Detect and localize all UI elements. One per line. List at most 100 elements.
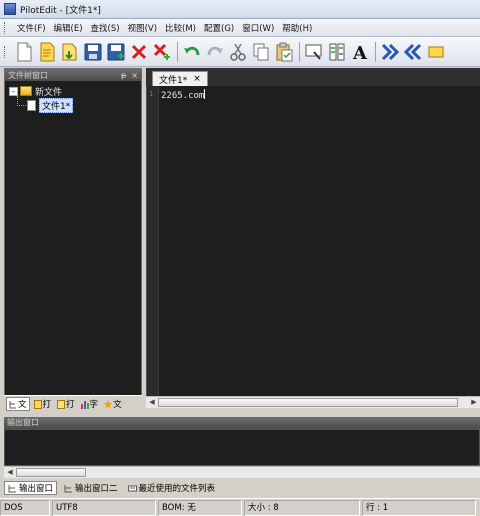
save-all-icon[interactable] [105, 40, 127, 64]
output-window-header: 输出窗口 [4, 417, 480, 429]
tab-close-icon[interactable]: × [193, 74, 201, 84]
tab-recent-files[interactable]: 最近使用的文件列表 [125, 481, 219, 495]
menu-compare[interactable]: 比较(M) [161, 22, 200, 34]
menu-bar: 文件(F) 编辑(E) 查找(S) 视图(V) 比较(M) 配置(G) 窗口(W… [0, 19, 480, 37]
status-line-ending: DOS [0, 500, 50, 516]
tab-document[interactable]: 文件1* × [152, 71, 208, 86]
editor-horizontal-scrollbar[interactable]: ◀ ▶ [146, 396, 480, 408]
close-all-icon[interactable] [151, 40, 173, 64]
menu-grip-icon [4, 21, 7, 34]
file-icon [27, 99, 36, 111]
status-bom: BOM: 无 [158, 500, 242, 516]
open-file-icon [33, 399, 42, 409]
status-bar: DOS UTF8 BOM: 无 大小 : 8 行 : 1 [0, 498, 480, 516]
new-file-icon[interactable] [13, 40, 35, 64]
find-icon[interactable] [303, 40, 325, 64]
tab-recent-files-label: 最近使用的文件列表 [138, 484, 216, 494]
tab-text-label: 文 [113, 400, 122, 410]
toolbar: A [0, 37, 480, 67]
file-tree-title: 文件树窗口 [8, 70, 48, 80]
star-icon [104, 399, 113, 408]
close-icon[interactable]: × [131, 71, 138, 80]
tab-output-window-2-label: 输出窗口二 [75, 484, 118, 494]
scroll-right-icon[interactable]: ▶ [469, 398, 479, 407]
app-icon [4, 3, 16, 15]
toolbar-separator [299, 41, 300, 62]
folder-icon [57, 399, 66, 409]
tree-file-label: 文件1* [39, 97, 74, 113]
tab-output-window-2[interactable]: 输出窗口二 [61, 481, 121, 495]
tab-chars[interactable]: 字 [79, 397, 101, 411]
copy-icon[interactable] [250, 40, 272, 64]
tab-open-folders[interactable]: 打 [55, 397, 77, 411]
tree-icon [8, 484, 16, 492]
code-line[interactable]: 2265.com [161, 89, 206, 101]
output-tabs: 输出窗口 输出窗口二 最近使用的文件列表 [4, 480, 480, 496]
previous-icon[interactable] [402, 40, 424, 64]
menu-search[interactable]: 查找(S) [87, 22, 124, 34]
tree-icon [9, 400, 16, 408]
file-tree-panel: 文件树窗口 ᵽ × - 新文件 文件1* [4, 68, 142, 412]
paste-icon[interactable] [273, 40, 295, 64]
tab-document-label: 文件1* [159, 75, 188, 86]
tab-output-window[interactable]: 输出窗口 [4, 481, 58, 495]
tab-text[interactable]: 文 [102, 397, 124, 411]
menu-view[interactable]: 视图(V) [124, 22, 161, 34]
menu-window[interactable]: 窗口(W) [238, 22, 278, 34]
undo-icon[interactable] [181, 40, 203, 64]
collapse-icon[interactable]: - [9, 86, 18, 96]
file-tree: - 新文件 文件1* [5, 81, 141, 115]
chart-icon [80, 400, 89, 409]
scrollbar-thumb[interactable] [158, 398, 458, 407]
tab-file-tree-label: 文 [18, 400, 27, 410]
tree-file-node[interactable]: 文件1* [9, 96, 137, 113]
menu-config[interactable]: 配置(G) [200, 22, 238, 34]
title-bar: PilotEdit - [文件1*] [0, 0, 480, 19]
file-panel-tabs: 文 打 打 字 文 [4, 395, 142, 412]
font-icon[interactable]: A [349, 40, 371, 64]
scroll-left-icon[interactable]: ◀ [5, 468, 15, 477]
menu-file[interactable]: 文件(F) [13, 22, 50, 34]
editor-tab-bar: 文件1* × [146, 68, 480, 86]
line-number-gutter: 1 [147, 86, 159, 396]
open-file-icon[interactable] [36, 40, 58, 64]
toolbar-separator [177, 41, 178, 62]
tab-open-files[interactable]: 打 [32, 397, 54, 411]
folder-icon [20, 86, 32, 96]
tab-chars-label: 字 [89, 400, 99, 410]
next-icon[interactable] [379, 40, 401, 64]
tab-open-folders-label: 打 [66, 400, 75, 410]
menu-edit[interactable]: 编辑(E) [50, 22, 87, 34]
svg-text:A: A [352, 43, 368, 62]
compare-icon[interactable] [326, 40, 348, 64]
output-horizontal-scrollbar[interactable]: ◀ [4, 466, 480, 478]
tab-output-window-label: 输出窗口 [19, 484, 54, 494]
code-line-text: 2265.com [161, 91, 205, 101]
status-encoding: UTF8 [52, 500, 156, 516]
file-tree-header: 文件树窗口 ᵽ × [5, 69, 141, 81]
bookmark-icon[interactable] [425, 40, 447, 64]
tab-file-tree[interactable]: 文 [6, 397, 30, 411]
editor-area[interactable]: 1 2265.com [146, 86, 480, 396]
menu-help[interactable]: 帮助(H) [278, 22, 316, 34]
status-size: 大小 : 8 [244, 500, 360, 516]
cut-icon[interactable] [227, 40, 249, 64]
save-icon[interactable] [82, 40, 104, 64]
toolbar-separator [375, 41, 376, 62]
output-window[interactable] [4, 429, 480, 466]
text-cursor [204, 89, 206, 99]
pin-icon[interactable]: ᵽ [121, 71, 126, 80]
tree-root-label: 新文件 [35, 87, 63, 98]
redo-icon[interactable] [204, 40, 226, 64]
line-number: 1 [149, 90, 154, 98]
status-line: 行 : 1 [362, 500, 476, 516]
tree-icon [64, 484, 73, 492]
tree-root-node[interactable]: - 新文件 [9, 84, 137, 98]
open-folder-icon[interactable] [59, 40, 81, 64]
scroll-left-icon[interactable]: ◀ [147, 398, 157, 407]
close-icon[interactable] [128, 40, 150, 64]
scrollbar-thumb[interactable] [16, 468, 86, 477]
recent-files-icon [127, 485, 137, 491]
tab-open-files-label: 打 [42, 400, 52, 410]
toolbar-grip-icon [4, 45, 7, 58]
